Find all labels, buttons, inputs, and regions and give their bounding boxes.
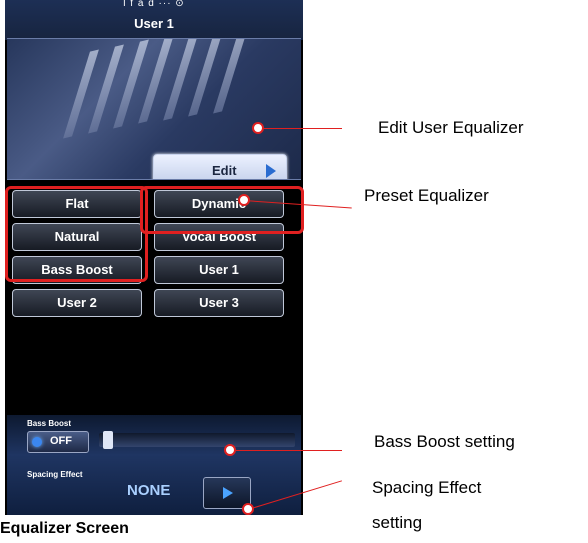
status-bar: l f a d ··· ⊙: [123, 0, 185, 8]
preset-user1-button[interactable]: User 1: [154, 256, 284, 284]
callout-dot-edit: [252, 122, 264, 134]
spacing-effect-value: NONE: [127, 482, 171, 499]
fader-art: [213, 39, 249, 114]
header-bar: l f a d ··· ⊙ User 1: [5, 0, 303, 40]
callout-dot-spacing: [242, 503, 254, 515]
edit-button-label: Edit: [212, 163, 237, 178]
bass-boost-toggle-label: OFF: [50, 435, 72, 447]
equalizer-banner: Edit: [7, 38, 301, 180]
preset-highlight-box: [5, 186, 148, 282]
edit-button[interactable]: Edit: [153, 154, 287, 179]
callout-line-bass: [230, 450, 342, 451]
page-title: User 1: [134, 16, 174, 31]
callout-edit: Edit User Equalizer: [378, 118, 524, 137]
bass-boost-slider[interactable]: [99, 431, 295, 449]
callout-preset: Preset Equalizer: [364, 186, 489, 205]
arrow-right-icon: [266, 164, 276, 178]
preset-user2-button[interactable]: User 2: [12, 289, 142, 317]
preset-highlight-box: [140, 186, 304, 234]
callout-bass: Bass Boost setting: [374, 432, 515, 451]
bass-boost-toggle[interactable]: OFF: [27, 431, 89, 453]
effects-panel: Bass Boost OFF Spacing Effect NONE: [7, 415, 301, 515]
spacing-effect-label: Spacing Effect: [27, 470, 83, 479]
bass-boost-label: Bass Boost: [27, 419, 72, 428]
callout-spacing-line2: setting: [372, 513, 423, 532]
slider-thumb[interactable]: [103, 431, 113, 449]
play-arrow-icon: [223, 487, 233, 499]
callout-dot-bass: [224, 444, 236, 456]
callout-dot-preset: [238, 194, 250, 206]
figure-caption: Equalizer Screen: [0, 520, 129, 537]
callout-spacing-line1: Spacing Effect: [372, 478, 482, 497]
preset-user3-button[interactable]: User 3: [154, 289, 284, 317]
toggle-indicator-icon: [32, 437, 42, 447]
callout-line-edit: [258, 128, 342, 129]
